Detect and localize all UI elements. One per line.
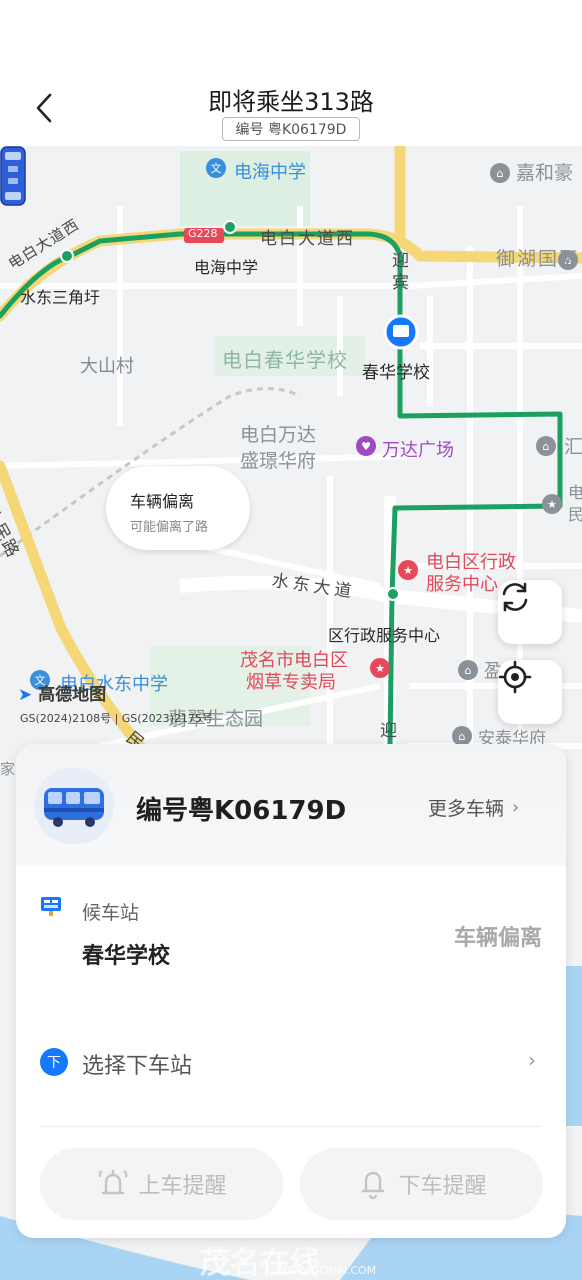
alighting-reminder-button[interactable]: 下车提醒: [300, 1148, 543, 1220]
building-poi-icon: ⌂: [458, 660, 478, 680]
chevron-right-icon: ›: [528, 1048, 536, 1072]
map-label-tobacco-line1: 茂名市电白区: [240, 650, 348, 671]
map-label-chunhua-campus: 电白春华学校: [222, 348, 348, 372]
deviation-bubble: 车辆偏离 可能偏离了路: [106, 466, 250, 550]
deviation-bubble-subtitle: 可能偏离了路: [130, 520, 209, 535]
landmark-poi-icon: ★: [542, 494, 562, 514]
map-label-tobacco-line2: 烟草专卖局: [246, 672, 336, 693]
refresh-icon: [502, 582, 528, 612]
building-poi-icon: ⌂: [536, 436, 556, 456]
map-label-yingbin-top: 迎宾: [392, 251, 409, 293]
gov-poi-icon: ★: [398, 560, 418, 580]
map-label-jia: 家: [0, 760, 16, 778]
more-vehicles-label: 更多车辆: [428, 798, 505, 820]
plate-badge: 编号 粤K06179D: [222, 117, 360, 141]
bus-location-icon: [0, 146, 26, 206]
locate-button[interactable]: [498, 660, 562, 724]
map-label-ying-bottom: 迎: [380, 721, 401, 741]
bus-icon: [44, 788, 104, 827]
select-alight-stop-row[interactable]: 下 选择下车站 ›: [16, 1034, 566, 1090]
bus-info-card: 编号粤K06179D 更多车辆 › 候车站 春华学校 车辆偏离 下 选择下车站 …: [16, 744, 566, 1238]
divider: [40, 1126, 542, 1127]
top-bar: 即将乘坐313路 编号 粤K06179D: [0, 0, 582, 146]
amap-logo: ➤ 高德地图: [18, 685, 107, 705]
gov-poi-icon: ★: [370, 658, 390, 678]
more-vehicles-button[interactable]: 更多车辆 ›: [428, 794, 519, 821]
map-label-gov-center-line1: 电白区行政: [426, 552, 516, 573]
map-label-gov-center-stop: 区行政服务中心: [328, 626, 441, 645]
page-title: 即将乘坐313路: [208, 88, 374, 116]
alighting-reminder-label: 下车提醒: [398, 1174, 487, 1199]
map-label-wanda-line1: 电白万达: [240, 424, 317, 446]
building-poi-icon: ⌂: [452, 726, 472, 746]
map-copyright: GS(2024)2108号 | GS(2023)2175号: [20, 712, 213, 725]
select-alight-stop-label: 选择下车站: [82, 1054, 193, 1079]
waiting-stop-name: 春华学校: [82, 944, 171, 969]
map-label-dian-right: 电民: [568, 483, 582, 524]
deviation-bubble-title: 车辆偏离: [130, 492, 195, 511]
boarding-reminder-label: 上车提醒: [138, 1174, 227, 1199]
waiting-stop-label: 候车站: [82, 902, 140, 924]
map-label-wanda-plaza: 万达广场: [382, 440, 454, 461]
vehicle-status: 车辆偏离: [453, 926, 542, 951]
boarding-reminder-button[interactable]: 上车提醒: [40, 1148, 283, 1220]
bell-icon: [362, 1171, 385, 1200]
bus-stop-sign-icon: [41, 897, 61, 916]
refresh-button[interactable]: [498, 580, 562, 644]
g228-road-label: G228: [188, 227, 218, 240]
map-label-jiahe: 嘉和豪: [516, 162, 574, 184]
map-label-chunhua-stop: 春华学校: [362, 363, 430, 383]
building-poi-icon: ⌂: [490, 163, 510, 183]
bus-plate-number: 编号粤K06179D: [136, 796, 347, 826]
locate-icon: [498, 660, 532, 694]
map-label-yuhu: 御湖国际: [496, 248, 581, 270]
map-label-hui: 汇: [564, 436, 582, 458]
mall-poi-icon: ♥: [356, 436, 376, 456]
amap-arrow-icon: ➤: [18, 685, 33, 705]
map-label-dianhai-stop: 电海中学: [194, 258, 259, 277]
chevron-right-icon: ›: [512, 797, 520, 818]
alight-badge-icon: 下: [40, 1048, 68, 1076]
map-label-dianbai-road-west: 电白大道西: [260, 229, 355, 249]
watermark-url: WWW.GDMM.COM: [276, 1264, 377, 1277]
bell-icon: [99, 1169, 128, 1195]
map-label-dianhai-school: 电海中学: [234, 162, 306, 183]
card-header: 编号粤K06179D 更多车辆 ›: [16, 744, 566, 866]
map-label-shuidong-triangle: 水东三角圩: [20, 288, 101, 307]
bus-avatar: [34, 768, 114, 844]
map-label-gov-center-line2: 服务中心: [426, 574, 498, 595]
school-poi-icon: 文: [206, 158, 226, 178]
map-label-dashan: 大山村: [80, 356, 134, 377]
map-label-wanda-line2: 盛璟华府: [240, 450, 317, 472]
